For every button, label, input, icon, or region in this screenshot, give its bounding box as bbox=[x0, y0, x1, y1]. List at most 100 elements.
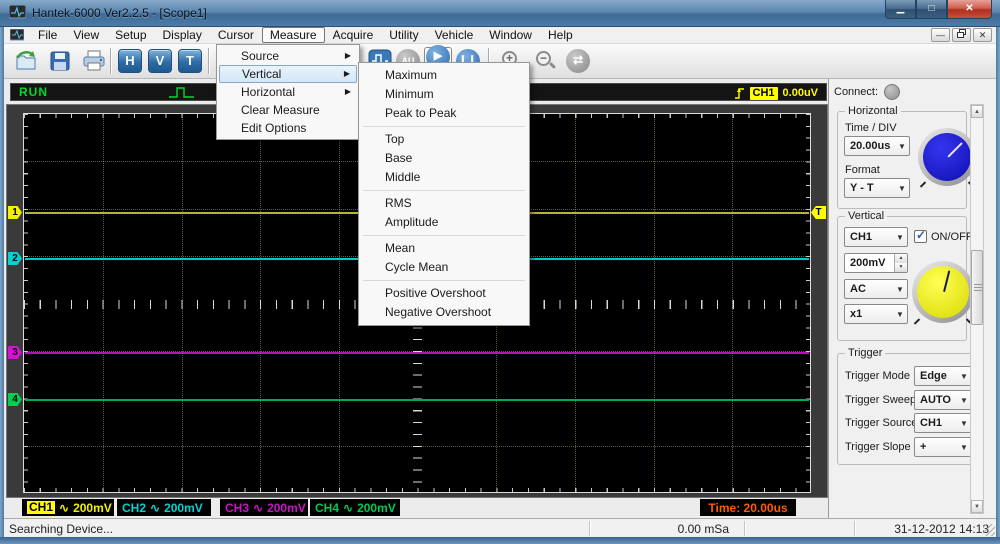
trigger-level-marker[interactable]: T bbox=[811, 206, 826, 219]
mdi-minimize-button[interactable]: — bbox=[931, 28, 950, 42]
mdi-close-button[interactable]: ✕ bbox=[973, 28, 992, 42]
submenu-item-mean[interactable]: Mean bbox=[361, 239, 527, 258]
spin-down-icon[interactable]: ▼ bbox=[895, 263, 907, 272]
trigger-slope-select[interactable]: + ▼ bbox=[914, 437, 972, 457]
menu-utility[interactable]: Utility bbox=[381, 27, 426, 43]
resize-grip-icon[interactable] bbox=[983, 524, 995, 536]
format-value: Y - T bbox=[845, 182, 895, 194]
maximize-button[interactable]: □ bbox=[916, 0, 947, 19]
coupling-select[interactable]: AC ▼ bbox=[844, 279, 908, 299]
ch1-position-marker[interactable]: 1 bbox=[8, 206, 22, 219]
format-select[interactable]: Y - T ▼ bbox=[844, 178, 910, 198]
submenu-item-minimum[interactable]: Minimum bbox=[361, 85, 527, 104]
menu-file[interactable]: File bbox=[30, 27, 65, 43]
minimize-button[interactable]: ▁ bbox=[885, 0, 916, 19]
submenu-separator bbox=[363, 126, 525, 127]
connect-status: Connect: bbox=[834, 84, 900, 100]
submenu-item-cycle-mean[interactable]: Cycle Mean bbox=[361, 258, 527, 277]
volts-div-spinner[interactable]: 200mV ▲▼ bbox=[844, 253, 908, 273]
menu-acquire[interactable]: Acquire bbox=[325, 27, 382, 43]
submenu-item-peak-to-peak[interactable]: Peak to Peak bbox=[361, 104, 527, 123]
submenu-item-top[interactable]: Top bbox=[361, 130, 527, 149]
menu-item-horizontal[interactable]: Horizontal ▶ bbox=[219, 83, 357, 101]
status-message: Searching Device... bbox=[9, 522, 113, 536]
status-separator bbox=[589, 521, 590, 536]
window-border-right bbox=[996, 27, 1000, 537]
save-button[interactable] bbox=[46, 47, 74, 75]
ch3-trace bbox=[25, 352, 809, 354]
trigger-sweep-select[interactable]: AUTO ▼ bbox=[914, 390, 972, 410]
ch1-info[interactable]: CH1 ∿ 200mV bbox=[22, 499, 114, 516]
trigger-panel-button[interactable]: T bbox=[176, 47, 204, 75]
toolbar-separator bbox=[208, 48, 209, 74]
menu-item-vertical[interactable]: Vertical ▶ bbox=[219, 65, 357, 83]
spin-up-icon[interactable]: ▲ bbox=[895, 254, 907, 263]
status-bar: Searching Device... 0.00 mSa 31-12-2012 … bbox=[4, 518, 996, 537]
menu-window[interactable]: Window bbox=[481, 27, 540, 43]
trigger-mode-select[interactable]: Edge ▼ bbox=[914, 366, 972, 386]
knob-pointer bbox=[943, 270, 950, 292]
menu-item-edit-options[interactable]: Edit Options bbox=[219, 119, 357, 137]
channel-info-bar: CH1 ∿ 200mV CH2 ∿ 200mV CH3 ∿ 200mV CH4 … bbox=[4, 499, 826, 517]
ch3-position-marker[interactable]: 3 bbox=[8, 346, 22, 359]
submenu-item-middle[interactable]: Middle bbox=[361, 168, 527, 187]
chevron-down-icon: ▼ bbox=[957, 396, 971, 405]
menu-item-clear-measure[interactable]: Clear Measure bbox=[219, 101, 357, 119]
time-div-value: 20.00us bbox=[845, 140, 895, 152]
close-button[interactable]: ✕ bbox=[947, 0, 992, 19]
menu-cursor[interactable]: Cursor bbox=[210, 27, 262, 43]
grip-icon bbox=[974, 284, 982, 292]
menu-help[interactable]: Help bbox=[540, 27, 581, 43]
vertical-panel-button[interactable]: V bbox=[146, 47, 174, 75]
submenu-arrow-icon: ▶ bbox=[345, 83, 351, 101]
timebase-knob[interactable] bbox=[918, 128, 976, 186]
ch2-label: CH2 bbox=[122, 501, 146, 515]
ch2-position-marker[interactable]: 2 bbox=[8, 252, 22, 265]
probe-select[interactable]: x1 ▼ bbox=[844, 304, 908, 324]
ch4-position-marker[interactable]: 4 bbox=[8, 393, 22, 406]
mdi-restore-button[interactable] bbox=[952, 28, 971, 42]
onoff-checkbox[interactable]: ✓ bbox=[914, 230, 927, 243]
chevron-down-icon: ▼ bbox=[957, 443, 971, 452]
refresh-button[interactable]: ⇄ bbox=[564, 47, 592, 75]
submenu-item-base[interactable]: Base bbox=[361, 149, 527, 168]
trigger-sweep-label: Trigger Sweep bbox=[845, 394, 916, 406]
ch3-info[interactable]: CH3 ∿ 200mV bbox=[220, 499, 308, 516]
measure-menu: Source ▶ Vertical ▶ Horizontal ▶ Clear M… bbox=[216, 44, 360, 140]
ch3-coupling-icon: ∿ bbox=[253, 501, 263, 515]
menu-vehicle[interactable]: Vehicle bbox=[427, 27, 482, 43]
menu-display[interactable]: Display bbox=[155, 27, 210, 43]
time-div-select[interactable]: 20.00us ▼ bbox=[844, 136, 910, 156]
submenu-item-amplitude[interactable]: Amplitude bbox=[361, 213, 527, 232]
panel-scrollbar[interactable]: ▲ ▼ bbox=[970, 104, 984, 514]
scroll-down-icon[interactable]: ▼ bbox=[971, 500, 983, 513]
volts-knob[interactable] bbox=[912, 261, 974, 323]
submenu-item-negative-overshoot[interactable]: Negative Overshoot bbox=[361, 303, 527, 322]
ch4-info[interactable]: CH4 ∿ 200mV bbox=[310, 499, 400, 516]
trigger-source-select[interactable]: CH1 ▼ bbox=[914, 413, 972, 433]
horizontal-panel-button[interactable]: H bbox=[116, 47, 144, 75]
print-icon bbox=[82, 50, 106, 72]
spinner-buttons[interactable]: ▲▼ bbox=[894, 254, 907, 272]
menu-item-source[interactable]: Source ▶ bbox=[219, 47, 357, 65]
submenu-item-maximum[interactable]: Maximum bbox=[361, 66, 527, 85]
scroll-up-icon[interactable]: ▲ bbox=[971, 105, 983, 118]
print-button[interactable] bbox=[80, 47, 108, 75]
trigger-slope-value: + bbox=[915, 441, 957, 453]
run-indicator: RUN bbox=[19, 85, 48, 99]
menu-setup[interactable]: Setup bbox=[107, 27, 154, 43]
scrollbar-thumb[interactable] bbox=[971, 250, 983, 325]
submenu-item-positive-overshoot[interactable]: Positive Overshoot bbox=[361, 284, 527, 303]
menu-view[interactable]: View bbox=[65, 27, 107, 43]
open-button[interactable] bbox=[12, 47, 40, 75]
channel-select[interactable]: CH1 ▼ bbox=[844, 227, 908, 247]
chevron-down-icon: ▼ bbox=[893, 233, 907, 242]
ch1-badge: CH1 bbox=[27, 501, 55, 514]
ch3-volts: 200mV bbox=[267, 501, 306, 515]
ch2-coupling-icon: ∿ bbox=[150, 501, 160, 515]
format-label: Format bbox=[845, 164, 880, 176]
menu-measure[interactable]: Measure bbox=[262, 27, 325, 43]
submenu-item-rms[interactable]: RMS bbox=[361, 194, 527, 213]
ch2-info[interactable]: CH2 ∿ 200mV bbox=[117, 499, 211, 516]
zoom-out-button[interactable]: − bbox=[532, 47, 560, 75]
